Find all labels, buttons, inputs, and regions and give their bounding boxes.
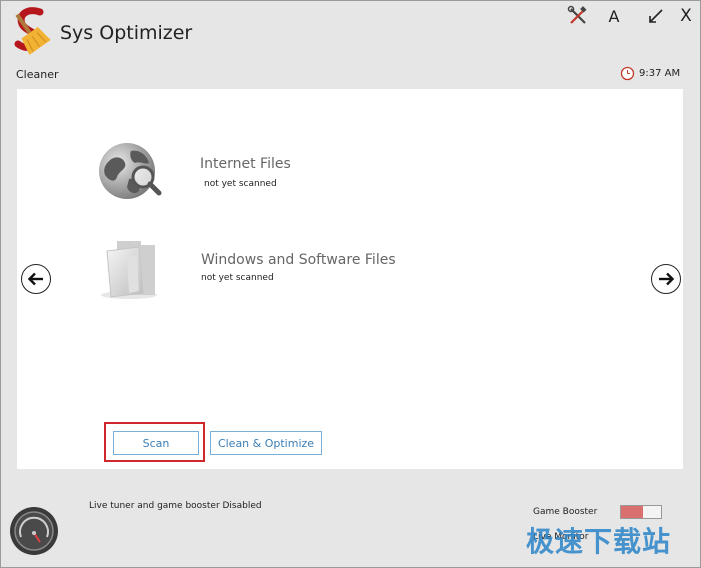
clock: 9:37 AM [620, 66, 680, 81]
scan-button[interactable]: Scan [113, 431, 199, 455]
item-status: not yet scanned [204, 179, 277, 189]
arrow-left-icon [27, 272, 43, 286]
app-title: Sys Optimizer [60, 22, 193, 44]
tools-button[interactable] [566, 4, 590, 28]
cleaner-panel: Internet Files not yet scanned Windows a… [17, 89, 683, 469]
clock-time: 9:37 AM [639, 68, 681, 79]
footer-status: Live tuner and game booster Disabled [89, 501, 262, 511]
font-size-button[interactable]: A [602, 4, 626, 28]
tools-icon [567, 5, 587, 24]
gauge-icon [10, 507, 58, 555]
globe-search-icon [99, 143, 162, 199]
minimize-button[interactable] [644, 4, 668, 28]
next-button[interactable] [651, 264, 681, 294]
folder-icon [101, 241, 157, 299]
game-booster-toggle[interactable] [620, 505, 662, 519]
clock-icon [620, 66, 635, 81]
watermark-text: 极速下载站 [526, 525, 672, 558]
section-label: Cleaner [16, 68, 59, 81]
previous-button[interactable] [21, 264, 51, 294]
minimize-arrow-icon [649, 9, 663, 23]
item-title: Internet Files [200, 156, 291, 172]
item-title: Windows and Software Files [201, 252, 396, 268]
clean-optimize-button[interactable]: Clean & Optimize [210, 431, 322, 455]
app-logo-icon [14, 7, 51, 55]
game-booster-label: Game Booster [533, 507, 598, 517]
game-booster-toggle-fill [621, 506, 643, 518]
arrow-right-icon [659, 272, 675, 286]
item-status: not yet scanned [201, 273, 274, 283]
close-button[interactable]: X [674, 4, 698, 28]
